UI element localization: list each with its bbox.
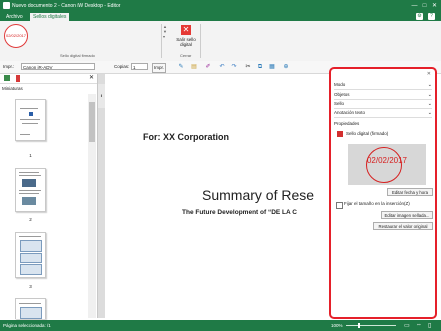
group-label-close: Cerrar xyxy=(180,53,192,58)
stamp-preview: 02/02/2017 xyxy=(348,144,426,185)
table-image-icon xyxy=(20,240,42,252)
thumbnail-page-1[interactable] xyxy=(15,99,46,141)
document-area: ‖ For: XX Corporation Summary of Rese Th… xyxy=(98,74,328,318)
maximize-button[interactable]: □ xyxy=(420,2,429,10)
minimize-button[interactable]: — xyxy=(410,2,419,10)
copies-stepper[interactable]: 1 xyxy=(131,63,148,70)
folder-icon[interactable]: ▤ xyxy=(190,63,198,71)
doc-heading: Summary of Rese xyxy=(202,187,315,203)
table-image-icon xyxy=(20,307,42,319)
fix-size-checkbox[interactable] xyxy=(336,202,343,209)
print-button[interactable]: Impr. xyxy=(152,63,167,73)
thumbnail-number: 3 xyxy=(29,284,32,289)
row-anotacion-texto[interactable]: Anotación texto ⌄ xyxy=(334,109,432,118)
zoom-level: 100% xyxy=(331,323,343,328)
fix-size-label: Fijar el tamaño en la inserción(Z) xyxy=(344,201,410,206)
scrollbar-thumb[interactable] xyxy=(89,102,95,142)
bookmark-icon[interactable] xyxy=(16,75,20,82)
ribbon-divider xyxy=(200,24,201,58)
redo-icon[interactable]: ↷ xyxy=(230,63,238,71)
ribbon-scroll-arrows[interactable]: ▲ ▼ ▾ xyxy=(163,24,167,50)
table-image-icon xyxy=(20,253,42,263)
print-label: Impr.: xyxy=(3,64,15,69)
undo-icon[interactable]: ↶ xyxy=(218,63,226,71)
zoom-icon[interactable]: ⊕ xyxy=(282,63,290,71)
ribbon-tabs: Archivo Sellos digitales ⚙ ? xyxy=(0,12,441,21)
digital-stamp-thumbnail[interactable]: 02/02/2017 xyxy=(4,24,28,48)
thumbnails-panel: ✕ Miniaturas 1 2 3 xyxy=(0,74,98,319)
annotation-icon[interactable]: ✐ xyxy=(204,63,212,71)
chart-image-icon xyxy=(22,179,36,187)
collapse-panel-handle[interactable]: ‖ xyxy=(98,84,105,108)
stamp-name-label: Sello digital (firmado) xyxy=(346,131,389,136)
close-x-icon: ✕ xyxy=(181,25,191,35)
chevron-down-icon: ⌄ xyxy=(427,82,432,88)
table-image-icon xyxy=(20,264,42,275)
edit-stamped-image-button[interactable]: Editar imagen sellada... xyxy=(381,211,433,219)
chevron-down-icon: ⌄ xyxy=(427,101,432,107)
doc-recipient-line: For: XX Corporation xyxy=(143,132,229,142)
copy-icon[interactable]: ⧉ xyxy=(256,63,264,71)
close-stamp-label: Salir sello digital xyxy=(176,37,196,47)
status-bar: Página seleccionada: /1 100% ▭ ⇔ ▯ xyxy=(0,320,441,331)
window-title: Nuevo documento 2 - Canon iW Desktop - E… xyxy=(12,3,121,9)
help-icon[interactable]: ? xyxy=(428,13,435,20)
stamp-name: Sello digital (firmado) xyxy=(337,130,433,138)
ribbon-divider xyxy=(161,24,162,58)
close-window-button[interactable]: ✕ xyxy=(430,2,439,10)
row-modo[interactable]: Modo ⌄ xyxy=(334,81,432,90)
paste-icon[interactable]: ▦ xyxy=(268,63,276,71)
thumbnail-number: 1 xyxy=(29,153,32,158)
settings-icon[interactable]: ⚙ xyxy=(416,13,423,20)
thumbnail-number: 2 xyxy=(29,217,32,222)
stamp-properties-panel: ✕ Modo ⌄ Objetos ⌄ Sello ⌄ Anotación tex… xyxy=(329,67,437,319)
thumbnail-page-3[interactable] xyxy=(15,232,46,278)
row-label: Modo xyxy=(334,82,346,87)
close-panel-icon[interactable]: ✕ xyxy=(89,74,94,81)
row-label: Sello xyxy=(334,101,345,106)
thumbnails-title: Miniaturas xyxy=(2,86,23,91)
stamp-circle xyxy=(366,147,402,183)
app-icon xyxy=(3,2,10,9)
tab-archivo[interactable]: Archivo xyxy=(3,13,26,21)
fit-page-icon[interactable]: ▭ xyxy=(404,322,410,329)
row-label: Objetos xyxy=(334,92,350,97)
doc-subheading: The Future Development of “DE LA C xyxy=(182,209,297,216)
close-digital-stamp-button[interactable]: ✕ Salir sello digital xyxy=(170,24,200,54)
stamp-icon xyxy=(337,131,343,137)
fit-width-icon[interactable]: ⇔ xyxy=(416,322,422,328)
thumbnail-view-icon[interactable] xyxy=(4,75,10,81)
cut-icon[interactable]: ✂ xyxy=(244,63,252,71)
group-label-digital-stamp: Sello digital firmado xyxy=(60,53,95,58)
close-panel-icon[interactable]: ✕ xyxy=(427,71,431,77)
status-text: Página seleccionada: /1 xyxy=(3,323,51,328)
tab-sellos-digitales[interactable]: Sellos digitales xyxy=(30,13,70,21)
title-bar: Nuevo documento 2 - Canon iW Desktop - E… xyxy=(0,0,441,12)
stamp-thumb-date: 02/02/2017 xyxy=(5,33,27,38)
row-label: Anotación texto xyxy=(334,110,366,115)
row-objetos[interactable]: Objetos ⌄ xyxy=(334,91,432,100)
stamp-preview-date: 02/02/2017 xyxy=(366,156,408,165)
printer-select[interactable]: Canon iR-ADV xyxy=(21,63,95,70)
document-page[interactable]: For: XX Corporation Summary of Rese The … xyxy=(105,74,328,318)
edit-date-time-button[interactable]: Editar fecha y hora xyxy=(387,188,433,196)
chart-image-icon xyxy=(22,197,36,205)
row-sello[interactable]: Sello ⌄ xyxy=(334,100,432,109)
ribbon: 02/02/2017 Sello digital firmado ▲ ▼ ▾ ✕ S… xyxy=(0,21,441,62)
thumbnail-page-4[interactable] xyxy=(15,298,46,319)
copies-label: Copias: xyxy=(114,64,130,69)
edit-page-icon[interactable]: ✎ xyxy=(177,63,185,71)
thumbnails-scrollbar[interactable] xyxy=(88,94,96,318)
zoom-slider[interactable] xyxy=(346,325,396,326)
restore-original-button[interactable]: Restaurar el valor original xyxy=(373,222,433,230)
thumbnail-toolbar: ✕ xyxy=(0,74,97,84)
two-pages-icon[interactable]: ▯ xyxy=(428,322,431,329)
logo-icon xyxy=(29,112,33,116)
chevron-down-icon: ⌄ xyxy=(427,92,432,98)
thumbnail-page-2[interactable] xyxy=(15,168,46,212)
properties-label: Propiedades xyxy=(334,121,360,126)
zoom-slider-knob[interactable] xyxy=(358,323,360,328)
chevron-down-icon: ⌄ xyxy=(427,110,432,116)
